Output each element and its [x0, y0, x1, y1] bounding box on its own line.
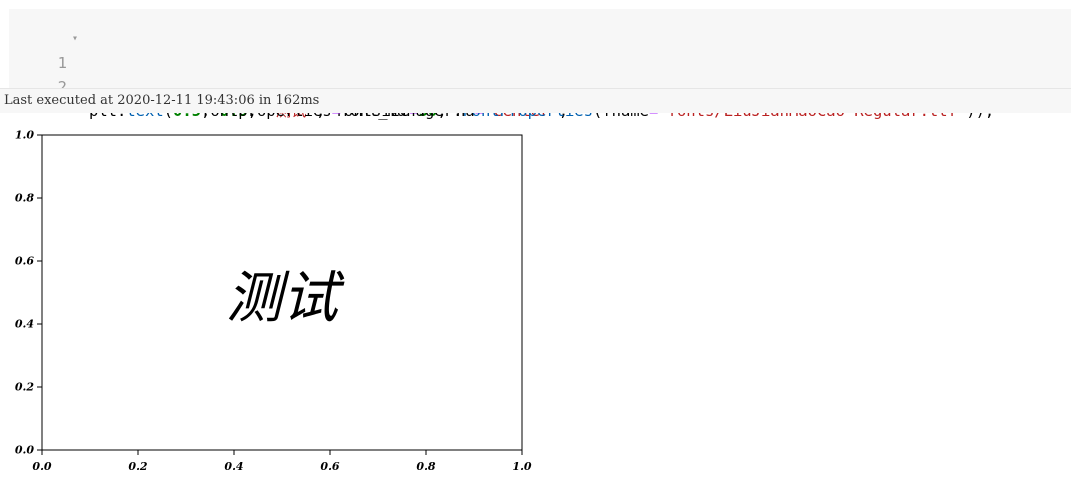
y-tick-label: 1.0	[15, 129, 34, 142]
code-cell-input[interactable]: 1 ▾ plt.text(0.5, 0.5, '测试', fontsize=50…	[9, 9, 1071, 120]
fold-arrow-icon[interactable]: ▾	[72, 27, 78, 51]
y-tick-label: 0.0	[15, 444, 34, 457]
y-tick-label: 0.6	[15, 255, 34, 268]
x-tick-label: 0.6	[320, 460, 339, 473]
y-tick-label: 0.8	[15, 192, 34, 205]
x-tick-label: 0.0	[32, 460, 51, 473]
y-axis-ticks: 0.0 0.2 0.4 0.6 0.8 1.0	[15, 129, 42, 457]
x-tick-label: 0.8	[416, 460, 435, 473]
code-line[interactable]: 1 ▾ plt.text(0.5, 0.5, '测试', fontsize=50…	[9, 27, 568, 120]
x-tick-label: 0.4	[224, 460, 243, 473]
y-tick-label: 0.2	[15, 381, 34, 394]
y-tick-label: 0.4	[15, 318, 34, 331]
plot-output: 0.0 0.2 0.4 0.6 0.8 1.0 0.0 0.2 0.4 0.6 0.8 1.0 测试	[15, 129, 532, 474]
x-tick-label: 0.2	[128, 460, 147, 473]
execution-status-bar: Last executed at 2020-12-11 19:43:06 in …	[0, 88, 1071, 113]
plot-text-annotation: 测试	[226, 266, 345, 331]
x-tick-label: 1.0	[512, 460, 531, 473]
x-axis-ticks: 0.0 0.2 0.4 0.6 0.8 1.0	[32, 450, 532, 473]
execution-status-text: Last executed at 2020-12-11 19:43:06 in …	[4, 93, 320, 108]
code-line[interactable]: 2 fontproperties=font_manager.FontProper…	[9, 51, 995, 120]
